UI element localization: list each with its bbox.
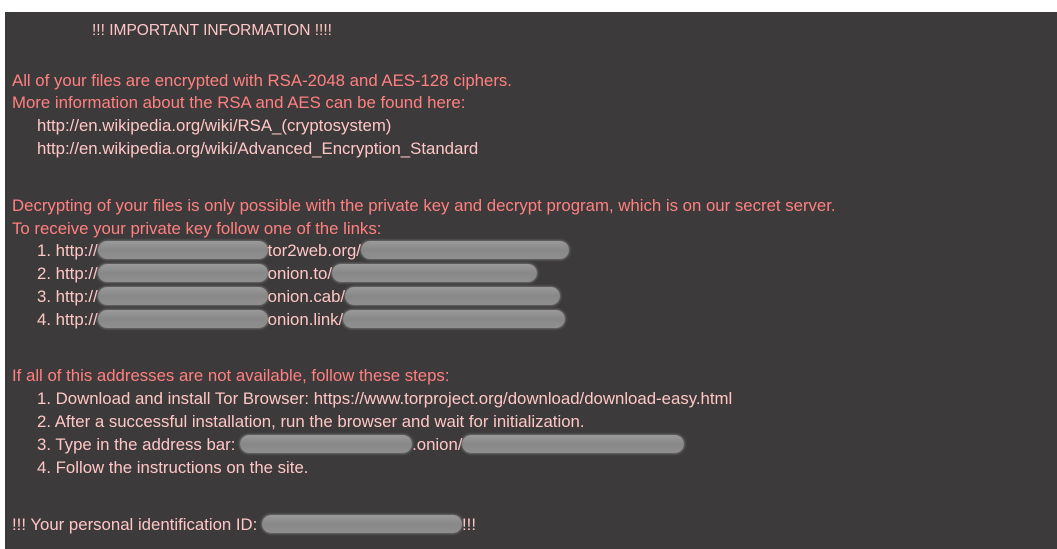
onion-link-domain: onion.link/ xyxy=(267,310,344,329)
note-title: !!! IMPORTANT INFORMATION !!!! xyxy=(92,22,332,39)
redacted-host xyxy=(97,287,268,306)
onion-link-domain: onion.to/ xyxy=(267,264,333,283)
step-4-follow-instructions: 4. Follow the instructions on the site. xyxy=(37,458,309,477)
intro-line-1: All of your files are encrypted with RSA… xyxy=(12,71,512,90)
step-3-label: 3. Type in the address bar: xyxy=(37,435,236,454)
decrypt-line-2: To receive your private key follow one o… xyxy=(12,219,382,238)
onion-link-number: 2. xyxy=(37,264,51,283)
redacted-path xyxy=(332,264,538,283)
info-link-aes[interactable]: http://en.wikipedia.org/wiki/Advanced_En… xyxy=(37,138,478,160)
redacted-personal-id xyxy=(262,515,463,534)
step-3-address-bar: 3. Type in the address bar: .onion/ xyxy=(37,434,685,456)
step-1-download-tor[interactable]: 1. Download and install Tor Browser: htt… xyxy=(37,388,732,410)
redacted-path xyxy=(360,241,569,260)
onion-link-prefix: http:// xyxy=(55,287,98,306)
personal-id-line: !!! Your personal identification ID: !!! xyxy=(12,514,476,536)
redacted-path xyxy=(343,310,566,329)
redacted-host xyxy=(97,241,268,260)
redacted-host xyxy=(97,264,268,283)
redacted-host xyxy=(97,310,268,329)
redacted-onion-host xyxy=(240,435,413,454)
ransom-note-window: !!! IMPORTANT INFORMATION !!!! All of yo… xyxy=(5,12,1057,549)
onion-link-2[interactable]: 2. http:// onion.to/ xyxy=(37,263,538,285)
personal-id-suffix: !!! xyxy=(462,515,477,534)
onion-link-3[interactable]: 3. http:// onion.cab/ xyxy=(37,286,561,308)
onion-link-4[interactable]: 4. http:// onion.link/ xyxy=(37,309,566,331)
fallback-intro: If all of this addresses are not availab… xyxy=(12,366,450,385)
onion-link-domain: tor2web.org/ xyxy=(267,241,361,260)
redacted-path xyxy=(345,287,561,306)
info-link-rsa[interactable]: http://en.wikipedia.org/wiki/RSA_(crypto… xyxy=(37,115,391,137)
personal-id-label: !!! Your personal identification ID: xyxy=(12,515,258,534)
onion-link-1[interactable]: 1. http:// tor2web.org/ xyxy=(37,240,569,262)
onion-link-prefix: http:// xyxy=(55,310,98,329)
step-2-run-browser: 2. After a successful installation, run … xyxy=(37,412,585,431)
onion-link-number: 4. xyxy=(37,310,51,329)
intro-line-2: More information about the RSA and AES c… xyxy=(12,93,466,112)
onion-suffix: .onion/ xyxy=(412,435,463,454)
onion-link-domain: onion.cab/ xyxy=(267,287,346,306)
onion-link-number: 3. xyxy=(37,287,51,306)
redacted-onion-path xyxy=(462,435,685,454)
onion-link-prefix: http:// xyxy=(55,264,98,283)
onion-link-number: 1. xyxy=(37,241,51,260)
decrypt-line-1: Decrypting of your files is only possibl… xyxy=(12,196,836,215)
onion-link-prefix: http:// xyxy=(55,241,98,260)
